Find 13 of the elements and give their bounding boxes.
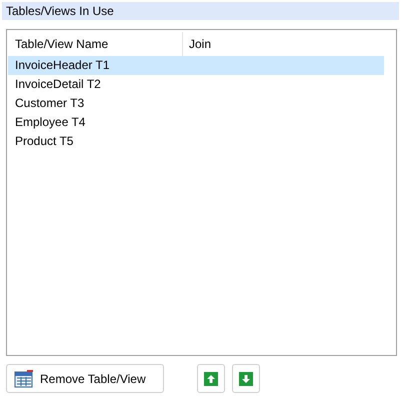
remove-table-button[interactable]: Remove Table/View xyxy=(6,364,164,393)
section-header: Tables/Views In Use xyxy=(2,2,399,20)
table-row[interactable]: InvoiceHeader T1 xyxy=(8,56,384,75)
move-up-button[interactable] xyxy=(197,364,225,393)
down-arrow-icon xyxy=(239,372,253,386)
table-row[interactable]: Customer T3 xyxy=(8,94,384,113)
move-down-button[interactable] xyxy=(232,364,260,393)
column-header[interactable]: Join xyxy=(183,32,388,56)
table-icon xyxy=(14,368,34,388)
table-row[interactable]: Employee T4 xyxy=(8,113,384,132)
up-arrow-icon xyxy=(204,372,218,386)
table-row[interactable]: Product T5 xyxy=(8,132,384,151)
table-row[interactable]: InvoiceDetail T2 xyxy=(8,75,384,94)
